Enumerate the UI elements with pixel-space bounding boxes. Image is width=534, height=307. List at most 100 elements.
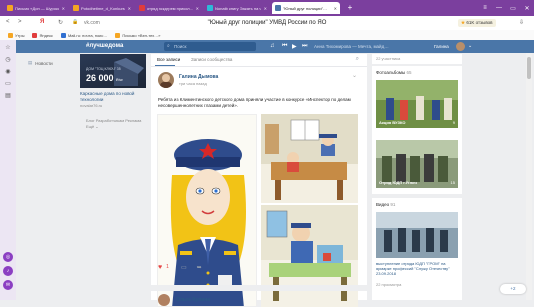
bookmark-item[interactable]: Яндекс <box>32 32 53 38</box>
search-placeholder: Поиск <box>174 44 187 49</box>
search-icon[interactable]: ⌕ <box>356 56 359 63</box>
post-text: Ребята из Климентинского детского дома п… <box>158 97 351 108</box>
wall-tabs: Все записи Записи сообщества ⌕ <box>151 54 367 67</box>
close-tab-icon[interactable]: ✕ <box>334 6 337 11</box>
close-tab-icon[interactable]: ✕ <box>264 6 267 11</box>
like-count: 1 <box>166 264 169 270</box>
videos-block: Видео 91 выступление отряда ЮДП "ГРОМ" н… <box>372 198 462 300</box>
divider <box>151 285 367 291</box>
ad-price: 26 000 ₽/м² <box>86 73 123 83</box>
scrollbar[interactable] <box>526 53 532 300</box>
mail-icon <box>60 32 66 38</box>
avatar[interactable] <box>456 42 465 51</box>
album-caption: Акция ВУЗКО <box>379 120 406 125</box>
mail-icon <box>73 5 79 11</box>
ad-badge: ДОМ "ТОЦ КЛЮЧ" 35 <box>86 67 121 71</box>
chevron-down-icon[interactable]: ⌄ <box>468 43 472 49</box>
folder-icon <box>8 32 13 38</box>
ad-block[interactable]: ДОМ "ТОЦ КЛЮЧ" 35 26 000 ₽/м² Каркасные … <box>80 54 146 108</box>
post-photo[interactable] <box>261 114 358 203</box>
star-icon[interactable]: ☆ <box>4 44 12 52</box>
ad-text[interactable]: Каркасные дома по новой технологии <box>80 91 146 102</box>
album-item[interactable]: Отряд ЮДП г.Углич 15 <box>376 140 458 188</box>
bookmark-item[interactable]: Утры <box>8 32 24 38</box>
tab-label: отряд эскдгрем прикол… <box>147 5 193 11</box>
footer-links[interactable]: Блог Разработчикам Реклама Ещё ⌄ <box>86 118 146 130</box>
browser-tab[interactable]: отряд эскдгрем прикол… ✕ <box>136 2 202 14</box>
wall: Все записи Записи сообщества ⌕ Галина Ды… <box>151 54 367 307</box>
heart-icon[interactable]: ♥ <box>158 264 162 271</box>
zen-icon[interactable]: ◉ <box>4 68 12 76</box>
browser-tab[interactable]: Nonatb книгу Эакать на ч… ✕ <box>204 2 270 14</box>
tab-label: Nonatb книгу Эакать на ч… <box>215 5 261 11</box>
next-track-icon[interactable]: ⏭ <box>302 43 307 50</box>
bookmark-item[interactable]: Письмо «Вел-тех…» <box>115 32 161 38</box>
notifications-icon[interactable]: ✉ <box>3 280 13 290</box>
albums-count: 65 <box>406 70 412 75</box>
tab-label: Письмо «Доп — Шурокол… <box>15 5 59 11</box>
members-count[interactable]: 22 участника <box>372 54 462 64</box>
maximize-button[interactable]: ▭ <box>506 5 520 12</box>
post-photo[interactable] <box>157 114 257 307</box>
close-tab-icon[interactable]: ✕ <box>62 6 65 11</box>
albums-title: Фотоальбомы <box>376 70 406 75</box>
video-meta: 22 просмотра <box>376 282 402 287</box>
history-icon[interactable]: ◷ <box>4 56 12 64</box>
user-name[interactable]: Галина <box>434 44 449 49</box>
drawing-police-girl <box>158 115 256 306</box>
album-caption: Отряд ЮДП г.Углич <box>379 180 417 185</box>
browser-tab[interactable]: Potodhetime_d_Konkurse_H… ✕ <box>70 2 134 14</box>
bookmark-label: Письмо «Вел-тех…» <box>122 32 161 38</box>
tab-all-posts[interactable]: Все записи <box>157 57 180 62</box>
post-author[interactable]: Ольга Кулина <box>176 297 210 303</box>
ad-image[interactable]: ДОМ "ТОЦ КЛЮЧ" 35 26 000 ₽/м² <box>80 54 146 88</box>
comment-icon[interactable]: ▭ <box>181 264 187 271</box>
tv-icon[interactable]: ▭ <box>4 80 12 88</box>
album-count: 15 <box>450 180 455 185</box>
new-tab-button[interactable]: + <box>344 2 356 14</box>
avatar[interactable] <box>158 294 170 306</box>
yandex-icon <box>32 32 38 38</box>
bookmark-item[interactable]: Mail.ru: почта, поис… <box>60 32 107 38</box>
close-tab-icon[interactable]: ✕ <box>128 6 131 11</box>
chat-button[interactable]: +2 <box>500 284 526 294</box>
menu-button[interactable]: ≡ <box>478 5 492 11</box>
prev-track-icon[interactable]: ⏮ <box>282 43 287 50</box>
post-time[interactable]: три часа назад <box>179 81 207 86</box>
avatar[interactable] <box>158 72 174 88</box>
reviews-extension-button[interactable]: ★ 61K отзывов <box>458 19 496 27</box>
post-photo[interactable] <box>261 205 358 307</box>
close-window-button[interactable]: ✕ <box>520 5 534 12</box>
sidebar-item-news[interactable]: ▤ Новости <box>28 60 53 66</box>
search-icon: ⌕ <box>167 43 170 49</box>
minimize-button[interactable]: — <box>492 5 506 11</box>
window-controls: ≡ — ▭ ✕ <box>478 0 534 16</box>
videos-title: Видео <box>376 202 390 207</box>
videos-header[interactable]: Видео 91 <box>376 202 395 207</box>
tab-community-posts[interactable]: Записи сообщества <box>191 57 232 62</box>
post-author[interactable]: Галина Дымова <box>179 74 218 80</box>
music-icon[interactable]: ♪ <box>3 266 13 276</box>
reviews-label: 61K отзывов <box>466 20 493 25</box>
now-playing[interactable]: Анна Тихомирова — Мечта, майд… <box>314 44 389 49</box>
alice-icon[interactable]: ◎ <box>3 252 13 262</box>
scrollbar-thumb[interactable] <box>527 57 531 79</box>
download-icon[interactable]: ⇩ <box>519 19 524 26</box>
browser-sidebar: ☆ ◷ ◉ ▭ ▤ ◎ ♪ ✉ <box>0 40 16 300</box>
reader-icon[interactable]: ▤ <box>4 92 12 100</box>
album-item[interactable]: Акция ВУЗКО 9 <box>376 80 458 128</box>
vk-icon <box>275 5 281 11</box>
bell-icon[interactable]: ♫ <box>270 43 275 49</box>
sidebar-item-label: Новости <box>35 60 53 66</box>
share-icon[interactable]: ➥ <box>197 264 202 271</box>
vk-logo[interactable]: #лучшедома <box>86 43 123 49</box>
chevron-down-icon[interactable]: ⌄ <box>352 72 357 79</box>
albums-header[interactable]: Фотоальбомы 65 <box>376 70 412 75</box>
video-thumbnail[interactable] <box>376 212 458 258</box>
search-input[interactable]: ⌕ Поиск <box>164 42 256 51</box>
play-icon[interactable]: ▶ <box>292 43 297 50</box>
close-tab-icon[interactable]: ✕ <box>196 6 199 11</box>
video-title[interactable]: выступление отряда ЮДП "ГРОМ" на ярмарке… <box>376 261 458 276</box>
browser-tab[interactable]: Письмо «Доп — Шурокол… ✕ <box>4 2 68 14</box>
browser-tab-active[interactable]: "Юный друг полиции"… ✕ <box>272 2 340 14</box>
